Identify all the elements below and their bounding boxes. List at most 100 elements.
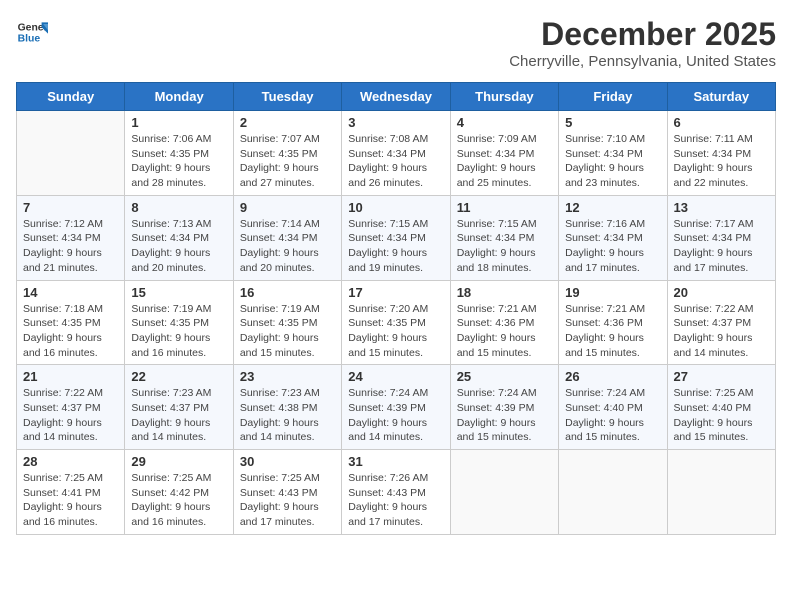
- sunrise-text: Sunrise: 7:24 AM: [348, 387, 428, 399]
- daylight-text: Daylight: 9 hours and 15 minutes.: [674, 417, 753, 444]
- sunset-text: Sunset: 4:34 PM: [457, 148, 535, 160]
- sunrise-text: Sunrise: 7:23 AM: [131, 387, 211, 399]
- sunset-text: Sunset: 4:34 PM: [565, 232, 643, 244]
- weekday-header: Thursday: [450, 83, 558, 111]
- calendar-day-cell: 11 Sunrise: 7:15 AM Sunset: 4:34 PM Dayl…: [450, 195, 558, 280]
- sunrise-text: Sunrise: 7:12 AM: [23, 218, 103, 230]
- calendar-day-cell: 3 Sunrise: 7:08 AM Sunset: 4:34 PM Dayli…: [342, 111, 450, 196]
- daylight-text: Daylight: 9 hours and 15 minutes.: [457, 332, 536, 359]
- sunset-text: Sunset: 4:37 PM: [131, 402, 209, 414]
- sunset-text: Sunset: 4:34 PM: [240, 232, 318, 244]
- calendar-day-cell: [559, 450, 667, 535]
- day-number: 20: [674, 285, 769, 300]
- day-info: Sunrise: 7:20 AM Sunset: 4:35 PM Dayligh…: [348, 302, 443, 361]
- calendar-day-cell: [667, 450, 775, 535]
- sunrise-text: Sunrise: 7:08 AM: [348, 133, 428, 145]
- day-info: Sunrise: 7:17 AM Sunset: 4:34 PM Dayligh…: [674, 217, 769, 276]
- calendar-day-cell: 1 Sunrise: 7:06 AM Sunset: 4:35 PM Dayli…: [125, 111, 233, 196]
- daylight-text: Daylight: 9 hours and 14 minutes.: [131, 417, 210, 444]
- sunset-text: Sunset: 4:38 PM: [240, 402, 318, 414]
- title-block: December 2025 Cherryville, Pennsylvania,…: [509, 16, 776, 70]
- calendar-day-cell: 22 Sunrise: 7:23 AM Sunset: 4:37 PM Dayl…: [125, 365, 233, 450]
- day-number: 7: [23, 200, 118, 215]
- sunrise-text: Sunrise: 7:24 AM: [565, 387, 645, 399]
- calendar-header: SundayMondayTuesdayWednesdayThursdayFrid…: [17, 83, 776, 111]
- day-number: 17: [348, 285, 443, 300]
- day-number: 21: [23, 369, 118, 384]
- calendar-week-row: 28 Sunrise: 7:25 AM Sunset: 4:41 PM Dayl…: [17, 450, 776, 535]
- day-info: Sunrise: 7:15 AM Sunset: 4:34 PM Dayligh…: [348, 217, 443, 276]
- daylight-text: Daylight: 9 hours and 14 minutes.: [348, 417, 427, 444]
- daylight-text: Daylight: 9 hours and 14 minutes.: [674, 332, 753, 359]
- calendar-day-cell: 21 Sunrise: 7:22 AM Sunset: 4:37 PM Dayl…: [17, 365, 125, 450]
- calendar-day-cell: 16 Sunrise: 7:19 AM Sunset: 4:35 PM Dayl…: [233, 280, 341, 365]
- sunrise-text: Sunrise: 7:14 AM: [240, 218, 320, 230]
- daylight-text: Daylight: 9 hours and 21 minutes.: [23, 247, 102, 274]
- day-info: Sunrise: 7:22 AM Sunset: 4:37 PM Dayligh…: [23, 386, 118, 445]
- day-number: 11: [457, 200, 552, 215]
- day-number: 1: [131, 115, 226, 130]
- daylight-text: Daylight: 9 hours and 19 minutes.: [348, 247, 427, 274]
- sunset-text: Sunset: 4:34 PM: [674, 148, 752, 160]
- daylight-text: Daylight: 9 hours and 17 minutes.: [240, 501, 319, 528]
- sunset-text: Sunset: 4:43 PM: [240, 487, 318, 499]
- calendar-day-cell: 29 Sunrise: 7:25 AM Sunset: 4:42 PM Dayl…: [125, 450, 233, 535]
- day-info: Sunrise: 7:18 AM Sunset: 4:35 PM Dayligh…: [23, 302, 118, 361]
- calendar-day-cell: 4 Sunrise: 7:09 AM Sunset: 4:34 PM Dayli…: [450, 111, 558, 196]
- svg-text:Blue: Blue: [18, 34, 41, 45]
- day-info: Sunrise: 7:10 AM Sunset: 4:34 PM Dayligh…: [565, 132, 660, 191]
- day-info: Sunrise: 7:24 AM Sunset: 4:39 PM Dayligh…: [348, 386, 443, 445]
- day-info: Sunrise: 7:22 AM Sunset: 4:37 PM Dayligh…: [674, 302, 769, 361]
- day-info: Sunrise: 7:25 AM Sunset: 4:42 PM Dayligh…: [131, 471, 226, 530]
- calendar-day-cell: 12 Sunrise: 7:16 AM Sunset: 4:34 PM Dayl…: [559, 195, 667, 280]
- day-number: 8: [131, 200, 226, 215]
- calendar-day-cell: 23 Sunrise: 7:23 AM Sunset: 4:38 PM Dayl…: [233, 365, 341, 450]
- day-number: 26: [565, 369, 660, 384]
- day-number: 10: [348, 200, 443, 215]
- day-info: Sunrise: 7:21 AM Sunset: 4:36 PM Dayligh…: [565, 302, 660, 361]
- day-info: Sunrise: 7:11 AM Sunset: 4:34 PM Dayligh…: [674, 132, 769, 191]
- sunrise-text: Sunrise: 7:22 AM: [674, 303, 754, 315]
- sunset-text: Sunset: 4:37 PM: [674, 317, 752, 329]
- page-header: General Blue December 2025 Cherryville, …: [16, 16, 776, 70]
- calendar-week-row: 21 Sunrise: 7:22 AM Sunset: 4:37 PM Dayl…: [17, 365, 776, 450]
- day-number: 5: [565, 115, 660, 130]
- weekday-header: Saturday: [667, 83, 775, 111]
- daylight-text: Daylight: 9 hours and 16 minutes.: [131, 501, 210, 528]
- calendar-day-cell: 30 Sunrise: 7:25 AM Sunset: 4:43 PM Dayl…: [233, 450, 341, 535]
- calendar-day-cell: [17, 111, 125, 196]
- day-info: Sunrise: 7:24 AM Sunset: 4:40 PM Dayligh…: [565, 386, 660, 445]
- calendar-day-cell: 25 Sunrise: 7:24 AM Sunset: 4:39 PM Dayl…: [450, 365, 558, 450]
- day-number: 30: [240, 454, 335, 469]
- day-number: 12: [565, 200, 660, 215]
- daylight-text: Daylight: 9 hours and 14 minutes.: [23, 417, 102, 444]
- sunrise-text: Sunrise: 7:21 AM: [457, 303, 537, 315]
- day-info: Sunrise: 7:23 AM Sunset: 4:38 PM Dayligh…: [240, 386, 335, 445]
- day-info: Sunrise: 7:16 AM Sunset: 4:34 PM Dayligh…: [565, 217, 660, 276]
- day-number: 2: [240, 115, 335, 130]
- calendar-day-cell: 24 Sunrise: 7:24 AM Sunset: 4:39 PM Dayl…: [342, 365, 450, 450]
- day-number: 29: [131, 454, 226, 469]
- daylight-text: Daylight: 9 hours and 23 minutes.: [565, 162, 644, 189]
- calendar-week-row: 1 Sunrise: 7:06 AM Sunset: 4:35 PM Dayli…: [17, 111, 776, 196]
- day-info: Sunrise: 7:08 AM Sunset: 4:34 PM Dayligh…: [348, 132, 443, 191]
- sunrise-text: Sunrise: 7:20 AM: [348, 303, 428, 315]
- day-info: Sunrise: 7:26 AM Sunset: 4:43 PM Dayligh…: [348, 471, 443, 530]
- sunrise-text: Sunrise: 7:13 AM: [131, 218, 211, 230]
- sunrise-text: Sunrise: 7:16 AM: [565, 218, 645, 230]
- daylight-text: Daylight: 9 hours and 17 minutes.: [565, 247, 644, 274]
- weekday-header: Friday: [559, 83, 667, 111]
- sunrise-text: Sunrise: 7:25 AM: [674, 387, 754, 399]
- weekday-header: Sunday: [17, 83, 125, 111]
- daylight-text: Daylight: 9 hours and 15 minutes.: [565, 332, 644, 359]
- day-info: Sunrise: 7:25 AM Sunset: 4:43 PM Dayligh…: [240, 471, 335, 530]
- calendar-day-cell: 10 Sunrise: 7:15 AM Sunset: 4:34 PM Dayl…: [342, 195, 450, 280]
- day-number: 9: [240, 200, 335, 215]
- calendar-day-cell: 15 Sunrise: 7:19 AM Sunset: 4:35 PM Dayl…: [125, 280, 233, 365]
- sunrise-text: Sunrise: 7:24 AM: [457, 387, 537, 399]
- weekday-header: Tuesday: [233, 83, 341, 111]
- day-info: Sunrise: 7:19 AM Sunset: 4:35 PM Dayligh…: [131, 302, 226, 361]
- day-number: 3: [348, 115, 443, 130]
- calendar-day-cell: 19 Sunrise: 7:21 AM Sunset: 4:36 PM Dayl…: [559, 280, 667, 365]
- daylight-text: Daylight: 9 hours and 17 minutes.: [348, 501, 427, 528]
